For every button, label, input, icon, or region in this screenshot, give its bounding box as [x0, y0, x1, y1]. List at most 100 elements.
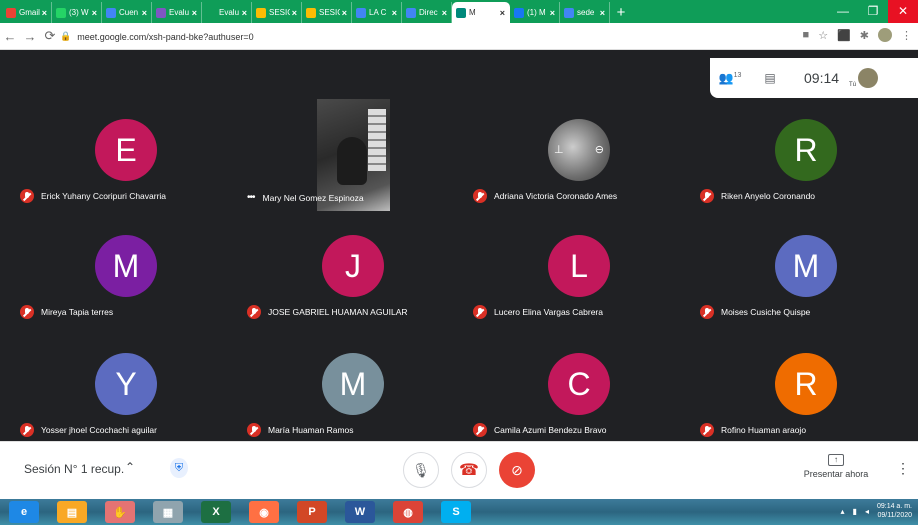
tab-close-icon[interactable]: ×	[142, 8, 147, 18]
self-view[interactable]: Tú	[849, 68, 879, 88]
tab-title: SESIC	[319, 8, 340, 17]
tab-close-icon[interactable]: ×	[342, 8, 347, 18]
profile-avatar[interactable]	[878, 28, 892, 42]
browser-tab[interactable]: Direc ×	[402, 2, 452, 23]
forward-icon[interactable]: →	[20, 29, 40, 44]
tab-close-icon[interactable]: ×	[292, 8, 297, 18]
tab-close-icon[interactable]: ×	[600, 8, 605, 18]
skype-icon[interactable]: S	[441, 501, 471, 523]
tab-title: Direc	[419, 8, 438, 17]
menu-icon[interactable]: ⋮	[901, 29, 912, 42]
participant-tile[interactable]: M María Huaman Ramos	[237, 333, 457, 445]
participant-tile[interactable]: ⊥ ⊖ Adriana Victoria Coronado Ames	[463, 99, 683, 211]
tab-favicon	[56, 7, 66, 18]
present-now-button[interactable]: ↑ Presentar ahora	[796, 454, 876, 479]
muted-mic-icon	[247, 423, 261, 437]
browser-tab[interactable]: SESIC×	[302, 2, 352, 23]
tab-title: Evalu	[219, 8, 240, 17]
present-label: Presentar ahora	[803, 469, 869, 479]
tray-arrow-icon[interactable]: ▴	[841, 507, 845, 516]
participant-tile[interactable]: J JOSE GABRIEL HUAMAN AGUILAR	[237, 215, 457, 327]
word-icon[interactable]: W	[345, 501, 375, 523]
browser-tab[interactable]: LA C ×	[352, 2, 402, 23]
tray-clock[interactable]: 09:14 a. m. 09/11/2020	[877, 502, 912, 520]
browser-tab[interactable]: Evalu ×	[152, 2, 202, 23]
browser-tab[interactable]: sede ×	[560, 2, 610, 23]
participant-tile[interactable]: E Erick Yuhany Ccoripuri Chavarria	[10, 99, 230, 211]
browser-tab[interactable]: Cuen ×	[102, 2, 152, 23]
url-text: meet.google.com/xsh-pand-bke?authuser=0	[77, 31, 254, 42]
participant-name-row: Lucero Elina Vargas Cabrera	[473, 305, 603, 319]
volume-icon[interactable]: ◂	[865, 507, 869, 516]
participant-tile[interactable]: R Rofino Huaman araojo	[690, 333, 910, 445]
tab-close-icon[interactable]: ×	[42, 8, 47, 18]
notes-icon[interactable]: ▦	[153, 501, 183, 523]
tab-title: M	[469, 8, 476, 17]
tab-favicon	[456, 7, 466, 18]
tab-title: sede	[577, 8, 595, 17]
browser-tab[interactable]: Evalu ×	[202, 2, 252, 23]
participant-tile[interactable]: L Lucero Elina Vargas Cabrera	[463, 215, 683, 327]
tab-close-icon[interactable]: ×	[442, 8, 447, 18]
person-silhouette	[337, 137, 367, 185]
participant-name: Riken Anyelo Coronando	[721, 191, 816, 201]
minimize-button[interactable]: —	[828, 0, 858, 23]
participants-icon[interactable]: 👥13	[710, 71, 750, 85]
participant-name: Mireya Tapia terres	[41, 307, 114, 317]
participant-tile[interactable]: Y Yosser jhoel Ccochachi aguilar	[10, 333, 230, 445]
maximize-button[interactable]: ❐	[858, 0, 888, 23]
participant-avatar: M	[95, 235, 157, 297]
back-icon[interactable]: ←	[0, 29, 20, 44]
camera-off-button[interactable]: ⊘	[499, 452, 535, 488]
reload-icon[interactable]: ⟳	[40, 28, 60, 44]
excel-icon[interactable]: X	[201, 501, 231, 523]
tab-close-icon[interactable]: ×	[392, 8, 397, 18]
participant-name-row: Yosser jhoel Ccochachi aguilar	[20, 423, 157, 437]
chat-icon[interactable]: ▤	[750, 71, 790, 85]
puzzle-extension-icon[interactable]: ✱	[860, 29, 869, 42]
tab-close-icon[interactable]: ×	[550, 8, 555, 18]
chrome-icon[interactable]: ◍	[393, 501, 423, 523]
muted-mic-icon	[700, 305, 714, 319]
tab-close-icon[interactable]: ×	[242, 8, 247, 18]
participant-tile[interactable]: M Moises Cusiche Quispe	[690, 215, 910, 327]
tab-close-icon[interactable]: ×	[192, 8, 197, 18]
present-icon: ↑	[828, 454, 844, 466]
participant-avatar: Y	[95, 353, 157, 415]
powerpoint-icon[interactable]: P	[297, 501, 327, 523]
participant-tile[interactable]: R Riken Anyelo Coronando	[690, 99, 910, 211]
browser-tab[interactable]: (3) W ×	[52, 2, 102, 23]
remove-icon[interactable]: ⊖	[595, 143, 604, 156]
participant-tile[interactable]: C Camila Azumi Bendezu Bravo	[463, 333, 683, 445]
bookmark-star-icon[interactable]: ☆	[818, 29, 828, 42]
tab-close-icon[interactable]: ×	[500, 8, 505, 18]
participant-tile[interactable]: ••• Mary Nel Gomez Espinoza	[237, 99, 457, 211]
meeting-name[interactable]: Sesión N° 1 recup.	[24, 462, 124, 476]
camera-blocked-icon[interactable]: ■	[803, 29, 810, 41]
close-window-button[interactable]: ✕	[888, 0, 918, 23]
chevron-up-icon[interactable]: ⌃	[125, 460, 135, 474]
browser-tab[interactable]: Gmail ×	[2, 2, 52, 23]
browser-tab[interactable]: M ×	[452, 2, 510, 23]
hang-up-button[interactable]: ☎	[451, 452, 487, 488]
participant-tile[interactable]: M Mireya Tapia terres	[10, 215, 230, 327]
participant-name: Mary Nel Gomez Espinoza	[262, 192, 364, 203]
hand-icon[interactable]: ✋	[105, 501, 135, 523]
firefox-icon[interactable]: ◉	[249, 501, 279, 523]
ie-icon[interactable]: e	[9, 501, 39, 523]
tab-favicon	[256, 7, 266, 18]
pin-icon[interactable]: ⊥	[554, 143, 564, 156]
pdf-extension-icon[interactable]: ⬛	[837, 29, 851, 42]
browser-tab[interactable]: SESIC×	[252, 2, 302, 23]
microphone-button[interactable]: 🎙	[403, 452, 439, 488]
url-field[interactable]: 🔒 meet.google.com/xsh-pand-bke?authuser=…	[60, 27, 760, 46]
browser-tab[interactable]: (1) M ×	[510, 2, 560, 23]
shield-icon[interactable]: ⛨	[170, 458, 188, 478]
participant-name: Lucero Elina Vargas Cabrera	[494, 307, 603, 317]
network-icon[interactable]: ▮	[853, 507, 857, 516]
more-options-icon[interactable]: ⋮	[896, 460, 910, 477]
explorer-icon[interactable]: ▤	[57, 501, 87, 523]
taskbar-apps: e ▤ ✋ ▦ X ◉ P W ◍ S	[0, 501, 480, 523]
new-tab-button[interactable]: +	[610, 2, 632, 23]
tab-close-icon[interactable]: ×	[92, 8, 97, 18]
